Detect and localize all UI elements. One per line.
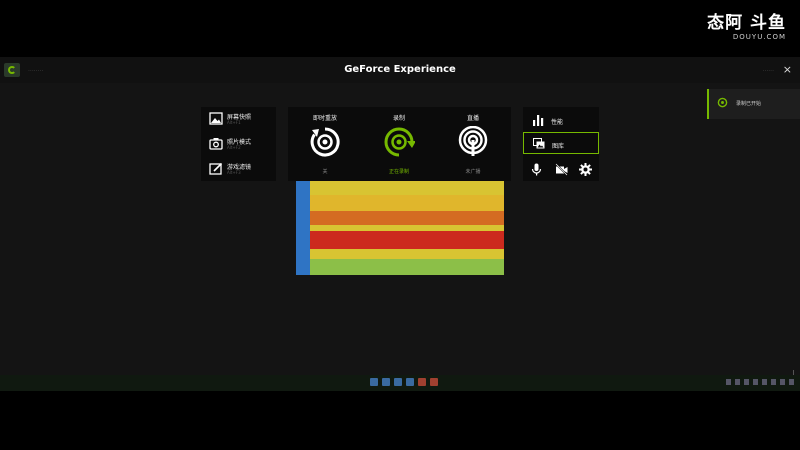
broadcast-label: 直播	[466, 115, 479, 122]
screenshot-button[interactable]: 屏幕快照 Alt+F1	[201, 107, 276, 131]
gallery-button[interactable]: 图库	[523, 132, 599, 154]
tray-icon[interactable]	[744, 379, 749, 385]
tray-icon[interactable]	[753, 379, 758, 385]
broadcast-icon	[458, 126, 488, 156]
recording-notification: 录制已开始	[707, 89, 800, 119]
tray-icon[interactable]	[735, 379, 740, 385]
recording-panel: 即时重放 关 录制 正在录制 直播 未广播	[288, 107, 511, 181]
instant-replay-button[interactable]: 即时重放 关	[288, 107, 362, 181]
tray-icon[interactable]	[762, 379, 767, 385]
gallery-label: 图库	[552, 143, 565, 150]
camera-off-icon[interactable]	[555, 163, 568, 176]
notification-text: 录制已开始	[736, 101, 762, 107]
screenshot-shortcut: Alt+F1	[227, 120, 241, 125]
start-icon[interactable]	[370, 378, 378, 386]
taskbar-app-icon[interactable]	[394, 378, 402, 386]
system-tray	[726, 379, 794, 385]
gallery-icon	[533, 138, 545, 149]
windows-taskbar	[0, 375, 800, 391]
watermark-text: 态阿 斗鱼	[707, 13, 786, 33]
game-screen: ........ GeForce Experience ...... × 录制已…	[0, 57, 800, 391]
preview-band	[310, 195, 504, 211]
tray-icon[interactable]	[726, 379, 731, 385]
preview-band	[310, 181, 504, 195]
preview-band	[310, 249, 504, 259]
record-icon	[384, 127, 415, 157]
taskbar-apps	[370, 378, 438, 388]
instant-replay-state: 关	[322, 169, 328, 175]
bar-chart-icon	[533, 115, 544, 126]
watermark-domain: DOUYU.COM	[732, 33, 786, 41]
record-status-icon	[717, 97, 728, 108]
microphone-icon[interactable]	[530, 163, 543, 176]
tray-icon[interactable]	[789, 379, 794, 385]
camera-icon	[209, 138, 223, 150]
capture-panel: 屏幕快照 Alt+F1 照片模式 Alt+F2 游戏滤镜 Alt+F3	[201, 107, 276, 181]
overlay-title: GeForce Experience	[344, 64, 456, 75]
photo-mode-button[interactable]: 照片模式 Alt+F2	[201, 132, 276, 156]
douyu-watermark: 态阿 斗鱼 DOUYU.COM	[707, 14, 786, 41]
performance-label: 性能	[551, 119, 564, 126]
tray-icon[interactable]	[780, 379, 785, 385]
game-window-preview	[296, 181, 504, 275]
taskbar-app-icon[interactable]	[406, 378, 414, 386]
record-state: 正在录制	[388, 169, 409, 175]
overlay-header: ........ GeForce Experience ...... ×	[0, 57, 800, 83]
performance-button[interactable]: 性能	[523, 109, 599, 131]
edit-icon	[209, 162, 223, 175]
preview-band	[310, 211, 504, 225]
letterbox-top	[0, 0, 800, 57]
quick-settings-row	[523, 158, 599, 180]
share-hint: ......	[762, 66, 774, 73]
broadcast-state: 未广播	[465, 169, 481, 175]
instant-replay-label: 即时重放	[312, 115, 337, 122]
instant-replay-icon	[310, 127, 340, 157]
tools-panel: 性能 图库	[523, 107, 599, 181]
taskbar-app-icon[interactable]	[382, 378, 390, 386]
taskbar-app-icon[interactable]	[418, 378, 426, 386]
tray-icon[interactable]	[771, 379, 776, 385]
preview-band	[310, 259, 504, 275]
settings-icon[interactable]	[579, 163, 592, 176]
preview-sidebar	[296, 181, 310, 275]
record-button[interactable]: 录制 正在录制	[362, 107, 436, 181]
letterbox-bottom	[0, 391, 800, 450]
taskbar-app-icon[interactable]	[430, 378, 438, 386]
close-button[interactable]: ×	[783, 63, 792, 76]
photo-mode-shortcut: Alt+F2	[227, 145, 241, 150]
game-filter-shortcut: Alt+F3	[227, 170, 241, 175]
image-icon	[209, 112, 223, 125]
broadcast-button[interactable]: 直播 未广播	[436, 107, 510, 181]
preview-band	[310, 231, 504, 249]
record-label: 录制	[392, 115, 405, 122]
game-filter-button[interactable]: 游戏滤镜 Alt+F3	[201, 157, 276, 181]
